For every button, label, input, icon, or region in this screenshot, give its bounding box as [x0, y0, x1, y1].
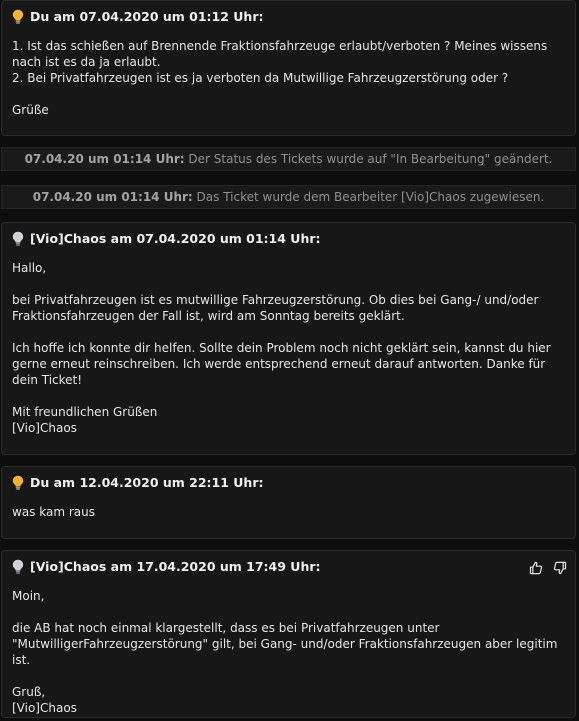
message-card: [Vio]Chaos am 17.04.2020 um 17:49 Uhr: M…	[1, 550, 576, 718]
message-card: Du am 12.04.2020 um 22:11 Uhr: was kam r…	[1, 466, 576, 539]
message-author-date: Du am 07.04.2020 um 01:12 Uhr:	[30, 9, 264, 24]
thumbs-down-icon[interactable]	[553, 561, 567, 575]
message-line: die AB hat noch einmal klargestellt, das…	[12, 621, 562, 667]
message-header: Du am 07.04.2020 um 01:12 Uhr:	[12, 9, 264, 24]
message-card: [Vio]Chaos am 07.04.2020 um 01:14 Uhr: H…	[1, 222, 576, 455]
rating-buttons	[529, 561, 567, 575]
lightbulb-icon	[12, 559, 24, 574]
status-timestamp: 07.04.20 um 01:14 Uhr:	[32, 190, 193, 204]
message-body: 1. Ist das schießen auf Brennende Frakti…	[12, 38, 567, 118]
message-line: Hallo,	[12, 261, 47, 275]
message-header: [Vio]Chaos am 17.04.2020 um 17:49 Uhr:	[12, 559, 321, 574]
thumbs-up-icon[interactable]	[529, 561, 543, 575]
status-text: Das Ticket wurde dem Bearbeiter [Vio]Cha…	[192, 190, 545, 204]
message-line: Grüße	[12, 103, 49, 117]
message-author-date: [Vio]Chaos am 17.04.2020 um 17:49 Uhr:	[30, 559, 321, 574]
message-line: [Vio]Chaos	[12, 701, 77, 715]
message-line: Moin,	[12, 589, 45, 603]
message-author-date: Du am 12.04.2020 um 22:11 Uhr:	[30, 475, 264, 490]
message-line: 2. Bei Privatfahrzeugen ist es ja verbot…	[12, 71, 509, 85]
status-timestamp: 07.04.20 um 01:14 Uhr:	[24, 152, 185, 166]
message-line: Ich hoffe ich konnte dir helfen. Sollte …	[12, 341, 555, 387]
status-event: 07.04.20 um 01:14 Uhr: Der Status des Ti…	[1, 147, 576, 171]
message-author-date: [Vio]Chaos am 07.04.2020 um 01:14 Uhr:	[30, 231, 321, 246]
lightbulb-icon	[12, 231, 24, 246]
status-text: Der Status des Tickets wurde auf "In Bea…	[184, 152, 553, 166]
message-line: was kam raus	[12, 505, 95, 519]
message-header: Du am 12.04.2020 um 22:11 Uhr:	[12, 475, 264, 490]
message-line: [Vio]Chaos	[12, 421, 77, 435]
lightbulb-icon	[12, 475, 24, 490]
lightbulb-icon	[12, 9, 24, 24]
message-line: Mit freundlichen Grüßen	[12, 405, 158, 419]
message-line: 1. Ist das schießen auf Brennende Frakti…	[12, 39, 552, 69]
message-body: was kam raus	[12, 504, 567, 520]
message-header: [Vio]Chaos am 07.04.2020 um 01:14 Uhr:	[12, 231, 321, 246]
message-card: Du am 07.04.2020 um 01:12 Uhr: 1. Ist da…	[1, 0, 576, 136]
message-line: Gruß,	[12, 685, 46, 699]
status-event: 07.04.20 um 01:14 Uhr: Das Ticket wurde …	[1, 185, 576, 209]
message-body: Moin, die AB hat noch einmal klargestell…	[12, 588, 567, 716]
message-line: bei Privatfahrzeugen ist es mutwillige F…	[12, 293, 543, 323]
message-body: Hallo, bei Privatfahrzeugen ist es mutwi…	[12, 260, 567, 436]
